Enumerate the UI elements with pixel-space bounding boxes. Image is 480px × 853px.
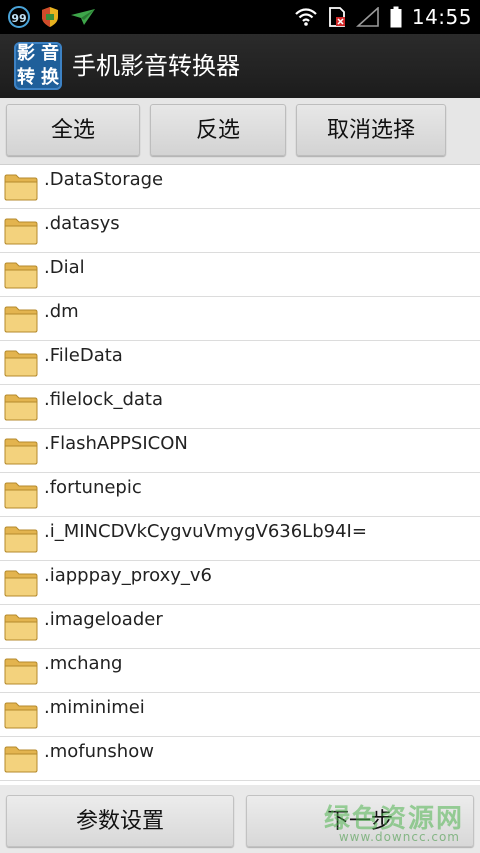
file-name: .dm [44,301,79,322]
app-title: 手机影音转换器 [72,52,240,80]
cancel-selection-button[interactable]: 取消选择 [296,104,446,156]
app-logo-char: 换 [41,67,59,88]
signal-icon [355,7,379,27]
file-name: .FileData [44,345,123,366]
folder-icon [4,702,38,729]
file-list-item[interactable]: .datasys [0,209,480,253]
file-list-item[interactable]: .i_MINCDVkCygvuVmygV636Lb94I= [0,517,480,561]
folder-icon [4,306,38,333]
folder-icon [4,218,38,245]
file-name: .fortunepic [44,477,142,498]
folder-icon [4,262,38,289]
file-name: .mchang [44,653,123,674]
settings-button[interactable]: 参数设置 [6,795,234,847]
file-list[interactable]: .DataStorage .datasys .Dial .dm .FileDat… [0,165,480,785]
battery-icon [390,6,402,28]
file-name: .filelock_data [44,389,164,410]
shield-app-icon [42,7,58,27]
file-name: .Dial [44,257,85,278]
file-name: .miminimei [44,697,145,718]
folder-icon [4,394,38,421]
paper-plane-icon [71,9,95,25]
file-list-item[interactable]: .FileData [0,341,480,385]
next-step-button[interactable]: 下一步 [246,795,474,847]
select-all-button[interactable]: 全选 [6,104,140,156]
file-list-item[interactable]: .mchang [0,649,480,693]
selection-toolbar: 全选 反选 取消选择 [0,98,480,165]
bottom-action-bar: 参数设置 下一步 [0,785,480,853]
file-list-item[interactable]: .Dial [0,253,480,297]
file-list-item[interactable]: .fortunepic [0,473,480,517]
folder-icon [4,350,38,377]
file-list-item[interactable]: .dm [0,297,480,341]
notification-badge-icon: 99 [8,6,30,28]
file-name: .FlashAPPSICON [44,433,188,454]
app-logo-char: 转 [17,67,35,88]
folder-icon [4,174,38,201]
wifi-icon [295,8,317,26]
folder-icon [4,438,38,465]
app-logo-char: 影 [17,43,35,64]
status-bar-clock: 14:55 [411,5,472,29]
title-bar: 影 音 转 换 手机影音转换器 [0,34,480,100]
invert-selection-button[interactable]: 反选 [150,104,286,156]
folder-icon [4,526,38,553]
file-list-item[interactable]: .DataStorage [0,165,480,209]
status-bar-system: 14:55 [294,4,472,30]
status-bar: 99 14:55 [0,0,480,34]
file-list-item[interactable]: .filelock_data [0,385,480,429]
file-list-item[interactable]: .imageloader [0,605,480,649]
folder-icon [4,614,38,641]
file-name: .iapppay_proxy_v6 [44,565,213,586]
file-list-item[interactable]: .iapppay_proxy_v6 [0,561,480,605]
folder-icon [4,482,38,509]
folder-icon [4,746,38,773]
status-bar-notifications: 99 [8,4,96,30]
app-logo-icon: 影 音 转 换 [14,42,62,90]
file-name: .DataStorage [44,169,164,190]
app-logo-char: 音 [41,43,59,64]
file-list-item[interactable]: .mofunshow [0,737,480,781]
file-name: .imageloader [44,609,163,630]
file-list-item[interactable]: .FlashAPPSICON [0,429,480,473]
folder-icon [4,570,38,597]
folder-icon [4,658,38,685]
file-list-item[interactable]: .miminimei [0,693,480,737]
sim-card-icon [328,7,345,27]
file-name: .i_MINCDVkCygvuVmygV636Lb94I= [44,521,367,542]
file-name: .datasys [44,213,120,234]
file-name: .mofunshow [44,741,154,762]
